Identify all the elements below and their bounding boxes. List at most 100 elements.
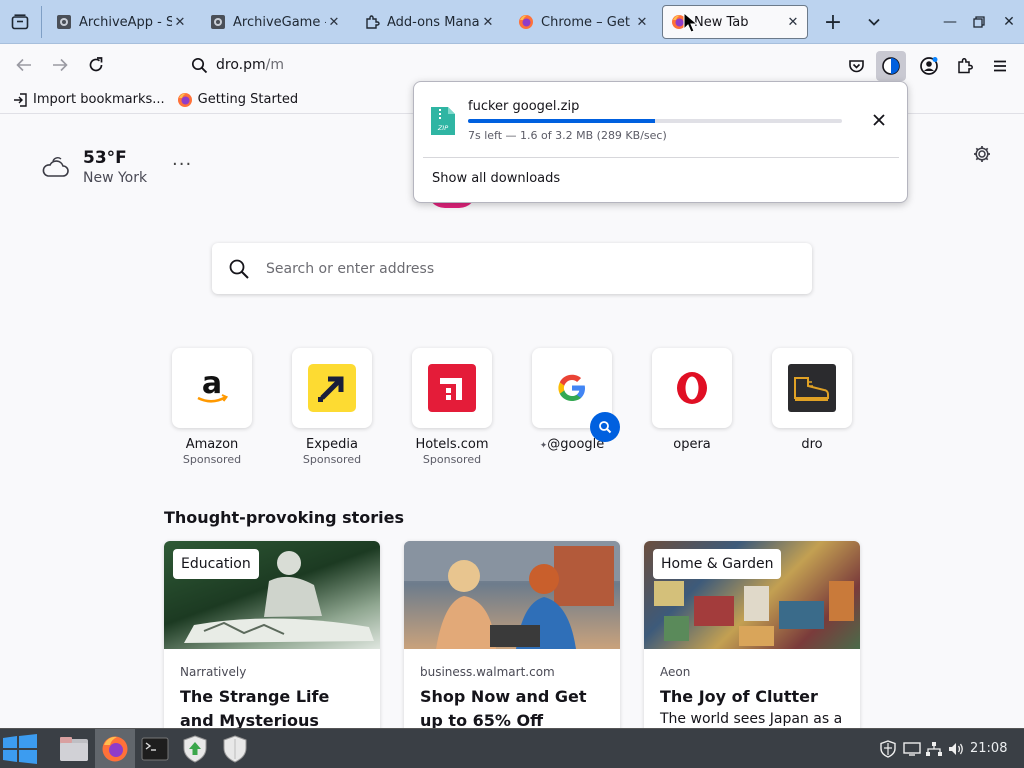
search-input[interactable]: Search or enter address [212, 243, 812, 294]
mouse-cursor-icon [683, 11, 699, 38]
story-image: Education [164, 541, 380, 649]
taskbar-file-manager[interactable] [54, 729, 94, 768]
menu-button[interactable] [985, 51, 1015, 81]
tab-title: Chrome – Get th [541, 14, 634, 30]
shield-icon [223, 735, 247, 763]
close-tab-icon[interactable]: ✕ [480, 14, 496, 30]
archivegame-icon [210, 14, 226, 30]
minimize-button[interactable]: — [938, 10, 962, 34]
taskbar-clock[interactable]: 21:08 [970, 741, 1007, 756]
close-window-button[interactable]: ✕ [997, 10, 1021, 34]
story-card[interactable]: business.walmart.com Shop Now and Get up… [404, 541, 620, 728]
url-bar[interactable]: dro.pm/m [182, 50, 776, 80]
list-all-tabs-button[interactable] [861, 9, 887, 35]
account-icon [920, 57, 938, 75]
downloads-button[interactable] [876, 51, 906, 81]
shield-update-icon [183, 735, 207, 763]
extensions-button[interactable] [950, 51, 980, 81]
tab-strip: ArchiveApp - Sc ✕ ArchiveGame - I ✕ Add-… [0, 0, 1024, 44]
top-site-name: opera [673, 437, 711, 452]
network-icon [926, 742, 942, 756]
svg-text:ZIP: ZIP [437, 124, 448, 132]
restore-icon [973, 16, 985, 28]
top-site-name: Expedia [306, 437, 358, 452]
bookmark-getting-started[interactable]: Getting Started [177, 92, 298, 108]
account-button[interactable] [914, 51, 944, 81]
folder-icon [60, 737, 88, 761]
tray-volume[interactable] [946, 739, 966, 759]
taskbar: 21:08 [0, 728, 1024, 768]
chevron-down-icon [868, 18, 880, 26]
tab-title: New Tab [694, 14, 749, 30]
firefox-view-icon [11, 14, 29, 30]
start-menu-button[interactable] [0, 729, 40, 768]
tab-chrome[interactable]: Chrome – Get th ✕ [510, 5, 656, 39]
pocket-button[interactable] [841, 51, 871, 81]
top-site-name: dro [801, 437, 823, 452]
gear-icon [974, 146, 990, 162]
reload-icon [89, 57, 103, 72]
story-headline: The Strange Life and Mysterious Death of… [180, 687, 330, 728]
new-tab-button[interactable]: + [820, 9, 846, 35]
forward-button[interactable] [46, 51, 74, 79]
story-source: business.walmart.com [420, 665, 555, 679]
taskbar-update-shield[interactable] [175, 729, 215, 768]
downloads-progress-icon [882, 57, 900, 75]
tray-display[interactable] [902, 739, 922, 759]
tray-security[interactable] [878, 739, 898, 759]
tab-addons-manager[interactable]: Add-ons Manag ✕ [356, 5, 502, 39]
puzzle-icon [958, 58, 973, 74]
tab-title: ArchiveApp - Sc [79, 14, 172, 30]
story-image [404, 541, 620, 649]
hamburger-menu-icon [994, 60, 1006, 72]
taskbar-firefox[interactable] [95, 729, 135, 768]
reload-button[interactable] [82, 51, 110, 79]
minimize-icon: — [943, 14, 957, 30]
top-site-opera[interactable]: opera [648, 348, 736, 452]
story-card[interactable]: Home & Garden Aeon The Joy of Clutter Th… [644, 541, 860, 728]
search-icon [212, 258, 266, 280]
tab-archiveapp[interactable]: ArchiveApp - Sc ✕ [48, 5, 194, 39]
downloads-panel: ZIP fucker googel.zip 7s left — 1.6 of 3… [413, 81, 908, 203]
weather-widget[interactable]: 53°F New York ··· [40, 148, 191, 186]
taskbar-terminal[interactable] [135, 729, 175, 768]
taskbar-shield[interactable] [215, 729, 255, 768]
story-card[interactable]: Education Narratively The Strange Life a… [164, 541, 380, 728]
dro-icon [772, 348, 852, 428]
top-site-google[interactable]: ✦@google [528, 348, 620, 452]
story-excerpt: The world sees Japan as a [660, 711, 843, 727]
expedia-icon [292, 348, 372, 428]
close-tab-icon[interactable]: ✕ [172, 14, 188, 30]
maximize-button[interactable] [967, 10, 991, 34]
close-tab-icon[interactable]: ✕ [326, 14, 342, 30]
firefox-icon [177, 92, 193, 108]
back-arrow-icon [16, 58, 31, 72]
google-icon [532, 348, 620, 442]
top-site-amazon[interactable]: a Amazon Sponsored [168, 348, 256, 466]
bookmark-import[interactable]: Import bookmarks... [12, 92, 165, 108]
back-button[interactable] [10, 51, 38, 79]
download-progress-bar [468, 119, 842, 123]
weather-temperature: 53°F [83, 148, 127, 168]
pocket-icon [848, 60, 864, 73]
firefox-icon [518, 14, 534, 30]
sponsored-label: Sponsored [302, 453, 362, 466]
personalize-button[interactable] [972, 144, 992, 168]
top-site-expedia[interactable]: Expedia Sponsored [288, 348, 376, 466]
cancel-download-button[interactable] [866, 107, 892, 133]
tray-network[interactable] [924, 739, 944, 759]
top-site-hotels[interactable]: Hotels.com Sponsored [408, 348, 496, 466]
opera-icon [652, 348, 732, 428]
top-site-dro[interactable]: dro [768, 348, 856, 452]
show-all-downloads-button[interactable]: Show all downloads [432, 171, 560, 186]
puzzle-icon [364, 14, 380, 30]
close-tab-icon[interactable]: ✕ [634, 14, 650, 30]
tab-archivegame[interactable]: ArchiveGame - I ✕ [202, 5, 348, 39]
navigation-toolbar: dro.pm/m [0, 44, 1024, 86]
forward-arrow-icon [53, 58, 68, 72]
close-tab-icon[interactable]: ✕ [785, 14, 801, 30]
top-site-name: Amazon [185, 437, 239, 452]
firefox-view-button[interactable] [6, 8, 34, 36]
shield-tray-icon [880, 740, 896, 758]
weather-more-button[interactable]: ··· [172, 154, 192, 175]
